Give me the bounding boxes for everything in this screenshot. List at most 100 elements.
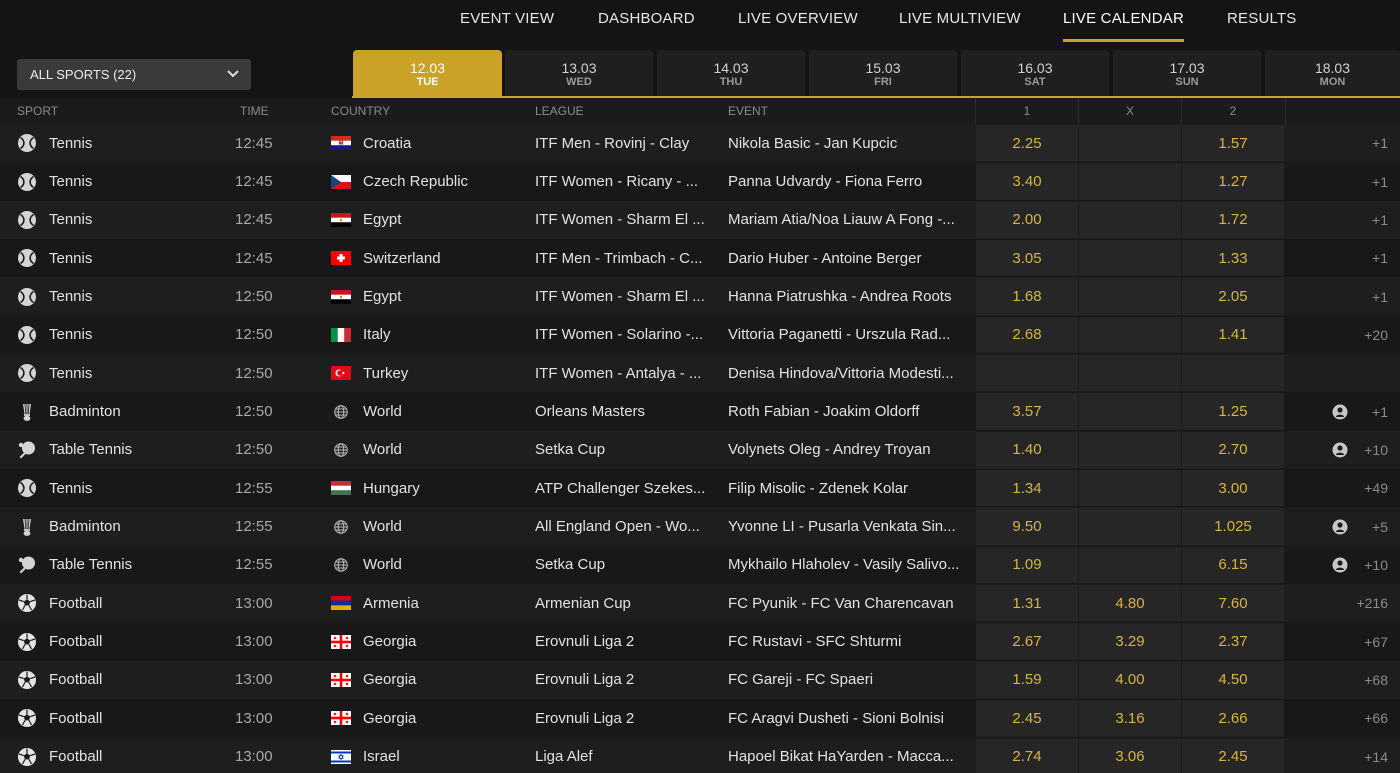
odds-1-button[interactable]: 2.25 [976,125,1078,162]
more-markets-link[interactable]: +67 [1364,622,1388,660]
odds-1-button[interactable]: 1.34 [976,470,1078,507]
more-markets-link[interactable]: +1 [1372,277,1388,315]
event-row[interactable]: Tennis 12:50 Egypt ITF Women - Sharm El ...… [0,277,1400,316]
event-row[interactable]: Table Tennis 12:55 World Setka Cup Mykhailo … [0,545,1400,585]
event-row[interactable]: Football 13:00 Georgia Erovnuli Liga 2 FC Ar… [0,699,1400,738]
odds-1-button[interactable]: 1.59 [976,661,1078,699]
odds-x-button[interactable] [1079,316,1181,354]
odds-x-button[interactable] [1079,393,1181,430]
odds-2-button[interactable]: 4.50 [1182,661,1284,699]
odds-x-button[interactable] [1079,278,1181,315]
odds-x-button[interactable] [1079,201,1181,239]
nav-live-multiview[interactable]: LIVE MULTIVIEW [899,0,1021,42]
col-time[interactable]: TIME [240,98,269,124]
odds-2-button[interactable]: 1.41 [1182,316,1284,354]
col-event[interactable]: EVENT [728,98,768,124]
odds-1-button[interactable]: 1.40 [976,431,1078,469]
event-row[interactable]: Football 13:00 Georgia Erovnuli Liga 2 FC Ga… [0,660,1400,700]
event-row[interactable]: Tennis 12:45 Czech Republic ITF Women - Ric… [0,162,1400,201]
odds-x-button[interactable] [1079,431,1181,469]
live-stream-icon[interactable] [1332,404,1348,420]
odds-1-button[interactable]: 3.05 [976,240,1078,277]
col-country[interactable]: COUNTRY [331,98,390,124]
event-row[interactable]: Tennis 12:55 Hungary ATP Challenger Szekes.… [0,469,1400,508]
more-markets-link[interactable]: +20 [1364,316,1388,354]
odds-2-button[interactable]: 3.00 [1182,470,1284,507]
odds-x-button[interactable]: 4.80 [1079,585,1181,622]
event-row[interactable]: Badminton 12:55 World All England Open - Wo… [0,507,1400,546]
odds-x-button[interactable]: 3.16 [1079,700,1181,737]
odds-x-button[interactable]: 3.29 [1079,623,1181,660]
odds-2-button[interactable]: 1.025 [1182,508,1284,545]
odds-1-button[interactable]: 2.67 [976,623,1078,660]
col-league[interactable]: LEAGUE [535,98,584,124]
date-tab-12-03[interactable]: 12.03 TUE [353,50,502,96]
odds-x-button[interactable] [1079,125,1181,162]
live-stream-icon[interactable] [1332,557,1348,573]
odds-x-button[interactable] [1079,470,1181,507]
odds-1-button[interactable]: 2.74 [976,738,1078,773]
odds-x-button[interactable]: 4.00 [1079,661,1181,699]
more-markets-link[interactable]: +216 [1356,584,1388,622]
more-markets-link[interactable]: +66 [1364,699,1388,737]
odds-2-button[interactable]: 2.70 [1182,431,1284,469]
odds-x-button[interactable] [1079,355,1181,392]
event-row[interactable]: Tennis 12:45 Croatia ITF Men - Rovinj - Cla… [0,124,1400,163]
nav-live-calendar[interactable]: LIVE CALENDAR [1063,0,1184,42]
odds-1-button[interactable]: 3.40 [976,163,1078,200]
event-row[interactable]: Football 13:00 Georgia Erovnuli Liga 2 FC Ru… [0,622,1400,661]
date-tab-14-03[interactable]: 14.03 THU [657,50,805,96]
odds-2-button[interactable]: 6.15 [1182,546,1284,584]
sport-filter-dropdown[interactable]: ALL SPORTS (22) [17,59,251,90]
odds-x-button[interactable] [1079,240,1181,277]
date-tab-16-03[interactable]: 16.03 SAT [961,50,1109,96]
event-row[interactable]: Football 13:00 Armenia Armenian Cup FC Pyuni… [0,584,1400,623]
odds-x-button[interactable] [1079,163,1181,200]
event-row[interactable]: Tennis 12:50 Turkey ITF Women - Antalya - .… [0,354,1400,393]
more-markets-link[interactable]: +1 [1372,162,1388,200]
more-markets-link[interactable]: +1 [1372,239,1388,277]
date-tab-13-03[interactable]: 13.03 WED [505,50,653,96]
date-tab-17-03[interactable]: 17.03 SUN [1113,50,1261,96]
odds-1-button[interactable]: 1.31 [976,585,1078,622]
nav-live-overview[interactable]: LIVE OVERVIEW [738,0,858,42]
odds-1-button[interactable]: 2.45 [976,700,1078,737]
event-row[interactable]: Tennis 12:45 Switzerland ITF Men - Trimbach… [0,239,1400,278]
odds-x-button[interactable]: 3.06 [1079,738,1181,773]
more-markets-link[interactable]: +1 [1372,124,1388,162]
nav-event-view[interactable]: EVENT VIEW [460,0,554,42]
odds-1-button[interactable]: 9.50 [976,508,1078,545]
more-markets-link[interactable]: +5 [1372,507,1388,545]
event-row[interactable]: Tennis 12:45 Egypt ITF Women - Sharm El ...… [0,200,1400,240]
odds-1-button[interactable]: 3.57 [976,393,1078,430]
live-stream-icon[interactable] [1332,519,1348,535]
event-row[interactable]: Badminton 12:50 World Orleans Masters Roth F… [0,392,1400,431]
odds-2-button[interactable] [1182,355,1284,392]
odds-x-button[interactable] [1079,546,1181,584]
odds-2-button[interactable]: 1.25 [1182,393,1284,430]
odds-1-button[interactable]: 1.68 [976,278,1078,315]
more-markets-link[interactable]: +68 [1364,661,1388,699]
more-markets-link[interactable]: +10 [1364,431,1388,469]
more-markets-link[interactable]: +49 [1364,469,1388,507]
odds-2-button[interactable]: 2.66 [1182,700,1284,737]
odds-1-button[interactable]: 1.09 [976,546,1078,584]
odds-2-button[interactable]: 2.45 [1182,738,1284,773]
date-tab-18-03[interactable]: 18.03 MON [1265,50,1400,96]
event-row[interactable]: Tennis 12:50 Italy ITF Women - Solarino -..… [0,315,1400,355]
col-sport[interactable]: SPORT [17,98,58,124]
live-stream-icon[interactable] [1332,442,1348,458]
nav-dashboard[interactable]: DASHBOARD [598,0,695,42]
odds-x-button[interactable] [1079,508,1181,545]
nav-results[interactable]: RESULTS [1227,0,1296,42]
odds-2-button[interactable]: 1.57 [1182,125,1284,162]
date-tab-15-03[interactable]: 15.03 FRI [809,50,957,96]
odds-2-button[interactable]: 2.37 [1182,623,1284,660]
odds-2-button[interactable]: 7.60 [1182,585,1284,622]
odds-2-button[interactable]: 1.27 [1182,163,1284,200]
more-markets-link[interactable]: +1 [1372,392,1388,430]
odds-2-button[interactable]: 1.72 [1182,201,1284,239]
event-row[interactable]: Table Tennis 12:50 World Setka Cup Volynets … [0,430,1400,470]
odds-1-button[interactable]: 2.68 [976,316,1078,354]
odds-2-button[interactable]: 2.05 [1182,278,1284,315]
